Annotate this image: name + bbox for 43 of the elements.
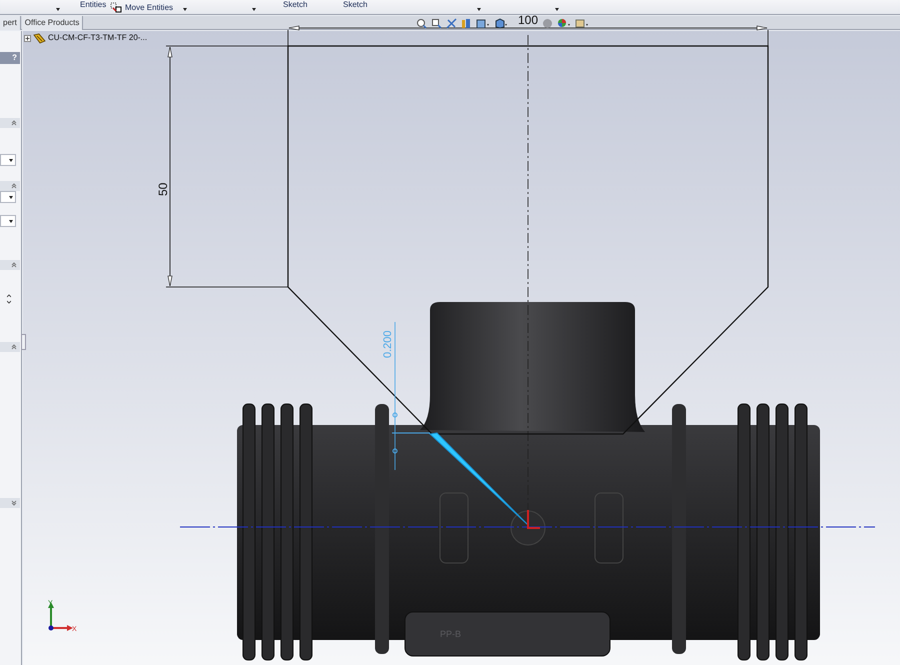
dimension-value[interactable]: 100 xyxy=(518,13,538,27)
dropdown[interactable] xyxy=(0,154,16,166)
section-header[interactable] xyxy=(0,342,20,352)
assembly-icon xyxy=(33,32,46,44)
origin-icon xyxy=(527,510,540,529)
tree-item[interactable]: CU-CM-CF-T3-TM-TF 20-... xyxy=(48,32,148,44)
toolbar-caption: Sketch xyxy=(283,0,308,10)
collapse-chevron-icon xyxy=(11,262,17,268)
dropdown-arrow-icon[interactable] xyxy=(183,8,187,11)
expand-chevron-icon xyxy=(11,500,17,506)
dropdown-arrow-icon[interactable] xyxy=(56,8,60,11)
dropdown-arrow-icon[interactable] xyxy=(252,8,256,11)
collapse-chevron-icon xyxy=(11,183,17,189)
section-header[interactable] xyxy=(0,118,20,128)
panel-splitter-handle[interactable] xyxy=(21,334,26,350)
dropdown-arrow-icon[interactable] xyxy=(477,8,481,11)
spin-arrows-icon[interactable] xyxy=(7,294,11,304)
tab[interactable]: pert xyxy=(0,16,21,30)
sphere-icon[interactable] xyxy=(542,18,553,28)
dimension-value[interactable]: 50 xyxy=(156,182,170,196)
cube-icon[interactable] xyxy=(494,18,508,28)
selected-dimension[interactable] xyxy=(392,322,430,470)
dropdown-arrow-icon[interactable] xyxy=(555,8,559,11)
collapse-chevron-icon xyxy=(11,120,17,126)
dropdown-arrow-icon xyxy=(9,158,13,162)
dropdown[interactable] xyxy=(0,191,16,203)
toolbar-caption: Entities xyxy=(80,0,106,10)
collapse-chevron-icon xyxy=(11,344,17,350)
vertical-dimension[interactable] xyxy=(166,46,288,288)
zoom-to-fit-icon[interactable] xyxy=(416,18,427,28)
horizontal-dimension[interactable] xyxy=(288,26,768,46)
dropdown[interactable] xyxy=(0,215,16,227)
color-ball-icon[interactable] xyxy=(557,18,571,28)
zoom-area-icon[interactable] xyxy=(431,18,442,28)
dropdown-arrow-icon xyxy=(9,196,13,198)
section-header[interactable] xyxy=(0,260,20,270)
move-icon xyxy=(110,2,122,13)
dropdown-arrow-icon xyxy=(9,220,13,222)
tab[interactable]: Office Products xyxy=(22,16,84,30)
toolbar-caption: Sketch xyxy=(343,0,368,10)
axis-triad-icon xyxy=(48,602,73,631)
move-entities-button[interactable]: Move Entities xyxy=(110,2,174,13)
section-header[interactable] xyxy=(0,498,20,508)
